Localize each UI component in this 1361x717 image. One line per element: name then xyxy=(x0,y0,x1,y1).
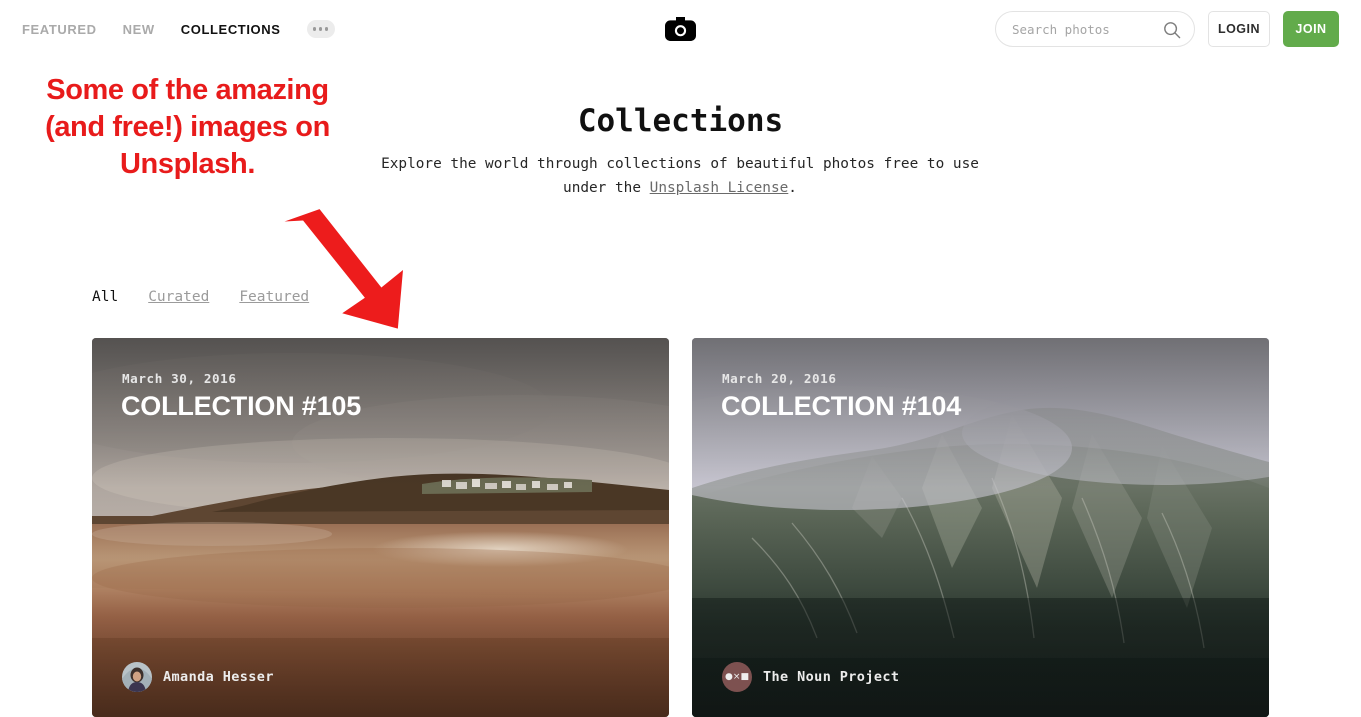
filter-tab-all[interactable]: All xyxy=(92,289,118,305)
filter-tab-featured[interactable]: Featured xyxy=(239,289,309,305)
dot-icon xyxy=(312,27,317,31)
dot-icon xyxy=(318,27,323,31)
more-menu-button[interactable] xyxy=(306,20,335,38)
header-actions: LOGIN JOIN xyxy=(995,0,1339,58)
collection-date: March 20, 2016 xyxy=(722,371,837,386)
search-icon[interactable] xyxy=(1163,21,1181,44)
avatar[interactable] xyxy=(122,662,152,692)
collection-filter-tabs: All Curated Featured xyxy=(92,289,309,305)
author-name: The Noun Project xyxy=(763,669,900,685)
unsplash-license-link[interactable]: Unsplash License xyxy=(650,180,789,196)
nav-item-new[interactable]: NEW xyxy=(123,22,155,37)
primary-nav: FEATURED NEW COLLECTIONS xyxy=(22,0,335,58)
nav-item-collections[interactable]: COLLECTIONS xyxy=(181,22,281,37)
collection-author[interactable]: ●×■ The Noun Project xyxy=(722,662,899,692)
filter-tab-curated[interactable]: Curated xyxy=(148,289,209,305)
collection-title: COLLECTION #104 xyxy=(721,391,962,421)
join-button[interactable]: JOIN xyxy=(1283,11,1339,47)
down-right-arrow-icon xyxy=(270,205,410,330)
collection-author[interactable]: Amanda Hesser xyxy=(122,662,274,692)
annotation-text: Some of the amazing (and free!) images o… xyxy=(45,74,330,180)
collection-card[interactable]: March 30, 2016 COLLECTION #105 Amanda He… xyxy=(92,338,669,717)
card-bottom-overlay xyxy=(92,587,669,717)
card-bottom-overlay xyxy=(692,587,1269,717)
nav-item-featured[interactable]: FEATURED xyxy=(22,22,97,37)
search-box[interactable] xyxy=(995,11,1195,47)
avatar[interactable]: ●×■ xyxy=(722,662,752,692)
collections-grid: March 30, 2016 COLLECTION #105 Amanda He… xyxy=(92,338,1269,717)
page-subtitle: Explore the world through collections of… xyxy=(380,152,980,200)
site-header: FEATURED NEW COLLECTIONS LOGIN JOIN xyxy=(0,0,1361,58)
collection-date: March 30, 2016 xyxy=(122,371,237,386)
collection-title: COLLECTION #105 xyxy=(121,391,362,421)
login-button[interactable]: LOGIN xyxy=(1208,11,1270,47)
page-subtitle-period: . xyxy=(788,180,797,197)
author-name: Amanda Hesser xyxy=(163,669,274,685)
collection-card[interactable]: March 20, 2016 COLLECTION #104 ●×■ The N… xyxy=(692,338,1269,717)
dot-icon xyxy=(324,27,329,31)
search-input[interactable] xyxy=(1010,20,1160,38)
camera-icon[interactable] xyxy=(665,17,696,41)
